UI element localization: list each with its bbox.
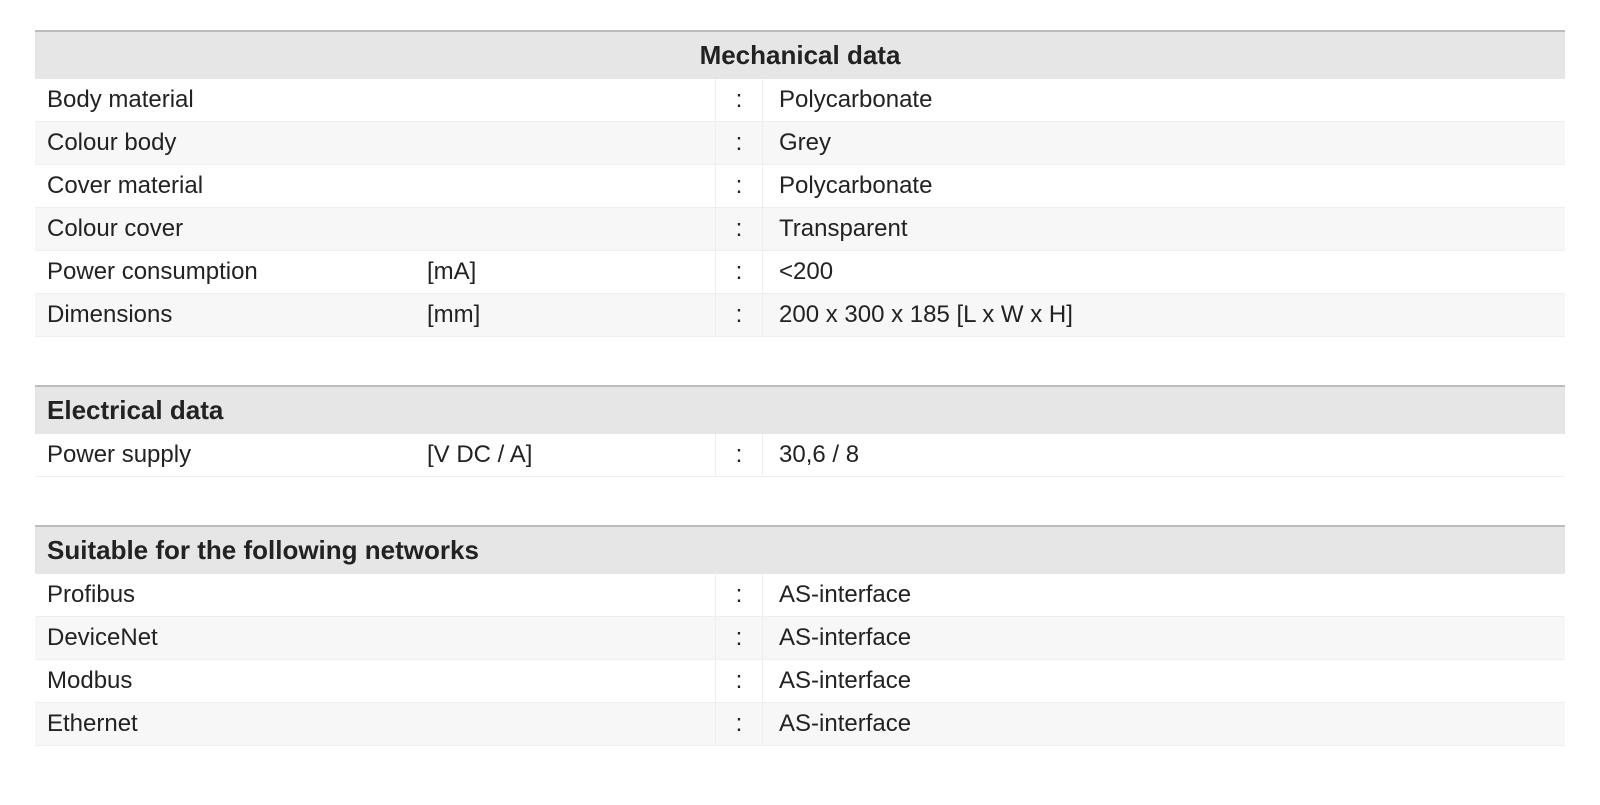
row-label: Power supply [35, 434, 415, 476]
section-header: Suitable for the following networks [35, 525, 1565, 574]
row-value: 200 x 300 x 185 [L x W x H] [763, 294, 1565, 336]
row-unit [415, 79, 715, 121]
table-row: Dimensions [mm] : 200 x 300 x 185 [L x W… [35, 294, 1565, 337]
row-label: Dimensions [35, 294, 415, 336]
section-mechanical: Mechanical data Body material : Polycarb… [35, 30, 1565, 337]
table-row: Power supply [V DC / A] : 30,6 / 8 [35, 434, 1565, 477]
row-label: Colour cover [35, 208, 415, 250]
table-row: Colour cover : Transparent [35, 208, 1565, 251]
row-value: Grey [763, 122, 1565, 164]
row-colon: : [715, 434, 763, 476]
row-value: <200 [763, 251, 1565, 293]
row-unit [415, 660, 715, 702]
row-unit [415, 208, 715, 250]
page: Mechanical data Body material : Polycarb… [0, 0, 1600, 746]
table-row: Ethernet : AS-interface [35, 703, 1565, 746]
row-colon: : [715, 165, 763, 207]
table-row: Modbus : AS-interface [35, 660, 1565, 703]
row-colon: : [715, 251, 763, 293]
row-unit: [V DC / A] [415, 434, 715, 476]
row-unit [415, 165, 715, 207]
row-label: DeviceNet [35, 617, 415, 659]
row-value: AS-interface [763, 617, 1565, 659]
table-row: Power consumption [mA] : <200 [35, 251, 1565, 294]
row-unit: [mm] [415, 294, 715, 336]
row-colon: : [715, 703, 763, 745]
row-unit [415, 703, 715, 745]
row-colon: : [715, 208, 763, 250]
row-colon: : [715, 122, 763, 164]
row-value: AS-interface [763, 574, 1565, 616]
row-value: Transparent [763, 208, 1565, 250]
row-colon: : [715, 617, 763, 659]
row-label: Modbus [35, 660, 415, 702]
table-row: Colour body : Grey [35, 122, 1565, 165]
row-value: Polycarbonate [763, 165, 1565, 207]
row-unit [415, 122, 715, 164]
row-label: Cover material [35, 165, 415, 207]
row-label: Body material [35, 79, 415, 121]
row-colon: : [715, 79, 763, 121]
row-label: Colour body [35, 122, 415, 164]
row-colon: : [715, 294, 763, 336]
row-unit [415, 574, 715, 616]
section-header: Mechanical data [35, 30, 1565, 79]
row-unit: [mA] [415, 251, 715, 293]
table-row: Profibus : AS-interface [35, 574, 1565, 617]
table-row: DeviceNet : AS-interface [35, 617, 1565, 660]
row-value: AS-interface [763, 660, 1565, 702]
row-colon: : [715, 660, 763, 702]
section-networks: Suitable for the following networks Prof… [35, 525, 1565, 746]
row-value: Polycarbonate [763, 79, 1565, 121]
row-unit [415, 617, 715, 659]
row-label: Profibus [35, 574, 415, 616]
table-row: Cover material : Polycarbonate [35, 165, 1565, 208]
section-electrical: Electrical data Power supply [V DC / A] … [35, 385, 1565, 477]
row-label: Power consumption [35, 251, 415, 293]
row-label: Ethernet [35, 703, 415, 745]
row-value: AS-interface [763, 703, 1565, 745]
section-header: Electrical data [35, 385, 1565, 434]
table-row: Body material : Polycarbonate [35, 79, 1565, 122]
row-value: 30,6 / 8 [763, 434, 1565, 476]
row-colon: : [715, 574, 763, 616]
